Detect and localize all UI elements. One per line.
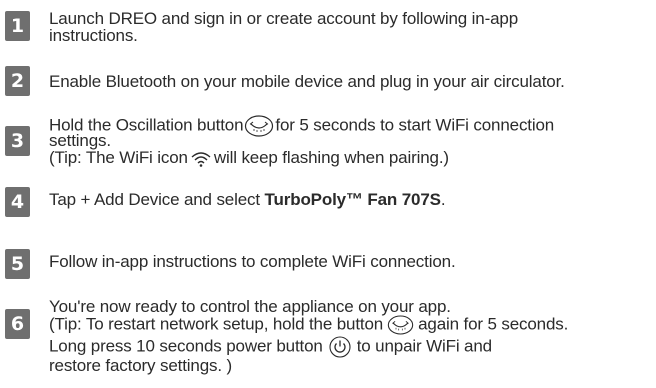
oscillation-icon [244,115,274,137]
step-number-badge: 2 [5,66,30,96]
step-number-badge: 6 [5,309,30,339]
step-text-segment: Long press 10 seconds power button [49,336,323,356]
step-text: You're now ready to control the applianc… [49,298,653,374]
step-line: Launch DREO and sign in or create accoun… [49,9,519,28]
step-text: Follow in-app instructions to complete W… [49,253,653,270]
step-line: settings. [49,131,111,150]
step-number-badge: 3 [5,126,30,156]
step-line: restore factory settings. ) [49,356,233,375]
step-text: Hold the Oscillation button for 5 second… [49,115,653,167]
power-icon [329,336,351,358]
step-text-segment: again for 5 seconds. [418,314,569,334]
step-text-segment: to unpair WiFi and [356,336,492,356]
step-text: Tap + Add Device and select TurboPoly™ F… [49,191,653,208]
wifi-icon [190,151,212,167]
step-number-badge: 1 [5,11,30,41]
step-text: Enable Bluetooth on your mobile device a… [49,73,653,90]
step-text: Launch DREO and sign in or create accoun… [49,10,653,44]
step-text-segment: will keep flashing when pairing.) [213,148,449,167]
step-text-segment: (Tip: To restart network setup, hold the… [49,314,384,334]
oscillation-icon [387,315,414,335]
step-line: You're now ready to control the applianc… [49,297,451,316]
step-line: instructions. [49,26,138,45]
step-text-segment: for 5 seconds to start WiFi connection [275,115,555,135]
step-text-segment: . [440,190,446,209]
step-text-segment: Tap + Add Device and select [49,190,265,209]
step-line: Enable Bluetooth on your mobile device a… [49,72,565,91]
step-text-segment: (Tip: The WiFi icon [49,148,188,167]
step-number-badge: 4 [5,187,30,217]
step-line: Follow in-app instructions to complete W… [49,252,456,271]
product-name: TurboPoly™ Fan 707S [264,190,441,209]
step-number-badge: 5 [5,249,30,279]
